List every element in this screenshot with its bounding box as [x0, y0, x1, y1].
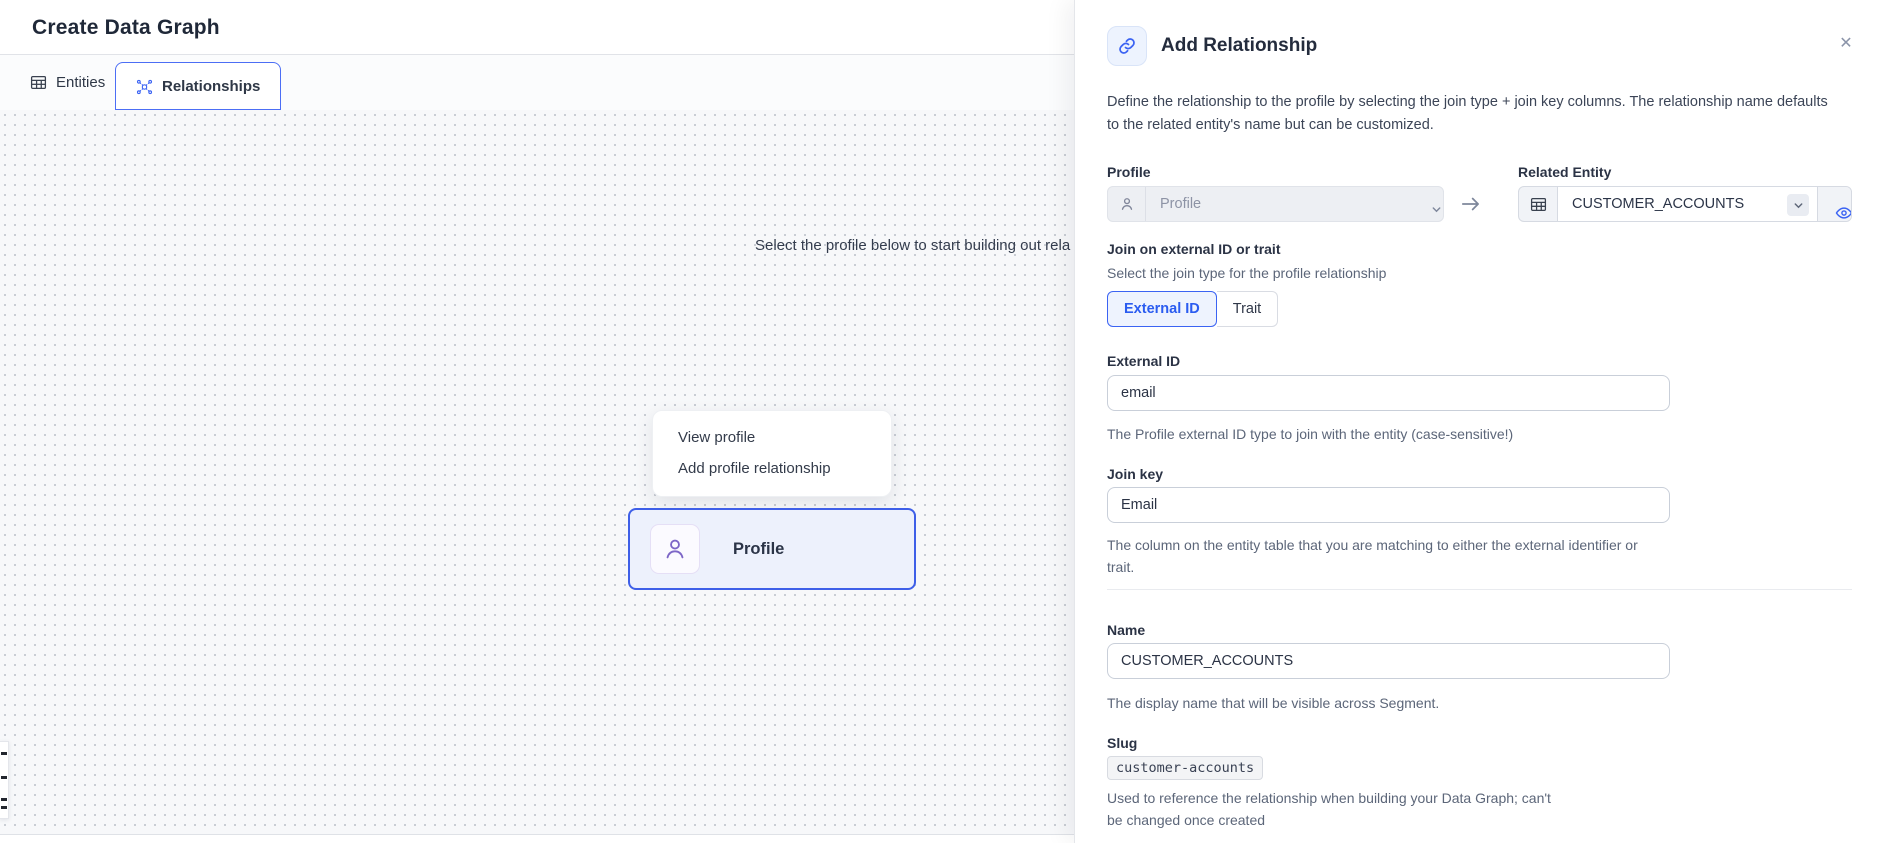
external-id-help: The Profile external ID type to join wit… [1107, 423, 1513, 445]
profile-select[interactable]: Profile [1107, 186, 1444, 222]
join-type-label: Join on external ID or trait [1107, 241, 1280, 257]
link-icon [1107, 26, 1147, 66]
slug-label: Slug [1107, 735, 1137, 751]
slug-value-chip: customer-accounts [1107, 756, 1263, 780]
name-help: The display name that will be visible ac… [1107, 692, 1439, 714]
chevron-down-icon [1787, 194, 1809, 216]
node-context-menu: View profile Add profile relationship [652, 410, 892, 497]
zoom-in-icon[interactable] [1, 752, 7, 755]
join-type-toggle: External ID Trait [1107, 291, 1278, 327]
person-icon [1108, 187, 1146, 221]
page-title: Create Data Graph [32, 0, 220, 55]
person-icon [650, 524, 700, 574]
canvas-zoom-controls[interactable] [0, 741, 9, 819]
join-type-option-trait[interactable]: Trait [1217, 291, 1278, 327]
canvas-hint-text: Select the profile below to start buildi… [755, 237, 1070, 254]
slug-help: Used to reference the relationship when … [1107, 787, 1567, 831]
network-icon [136, 78, 153, 95]
tab-entities-label: Entities [56, 74, 105, 91]
profile-node-label: Profile [733, 540, 784, 559]
profile-field-label: Profile [1107, 164, 1151, 180]
zoom-out-icon[interactable] [1, 776, 7, 779]
name-input[interactable] [1107, 643, 1670, 679]
table-icon [30, 74, 47, 91]
join-key-help: The column on the entity table that you … [1107, 534, 1667, 578]
related-entity-field-label: Related Entity [1518, 164, 1611, 180]
add-relationship-panel: Add Relationship ✕ Define the relationsh… [1074, 0, 1877, 843]
related-entity-select-value: CUSTOMER_ACCOUNTS [1572, 196, 1744, 212]
menu-item-view-profile[interactable]: View profile [653, 422, 891, 453]
name-label: Name [1107, 622, 1145, 638]
close-icon[interactable]: ✕ [1831, 28, 1861, 58]
join-key-label: Join key [1107, 466, 1163, 482]
profile-select-value: Profile [1160, 196, 1201, 212]
preview-entity-button[interactable] [1817, 187, 1851, 221]
profile-node[interactable]: Profile [628, 508, 916, 590]
related-entity-select[interactable]: CUSTOMER_ACCOUNTS [1518, 186, 1852, 222]
panel-title: Add Relationship [1161, 29, 1317, 63]
tab-entities[interactable]: Entities [10, 55, 125, 110]
join-key-input[interactable] [1107, 487, 1670, 523]
related-entity-value-area: CUSTOMER_ACCOUNTS [1557, 187, 1817, 221]
external-id-input[interactable] [1107, 375, 1670, 411]
panel-description: Define the relationship to the profile b… [1107, 91, 1840, 137]
section-divider [1107, 589, 1852, 590]
tab-relationships-label: Relationships [162, 78, 260, 95]
lock-icon[interactable] [1, 806, 7, 809]
tab-relationships[interactable]: Relationships [115, 62, 281, 110]
fit-view-icon[interactable] [1, 798, 7, 801]
join-type-help: Select the join type for the profile rel… [1107, 262, 1386, 284]
external-id-label: External ID [1107, 353, 1180, 369]
join-type-option-external-id[interactable]: External ID [1107, 291, 1217, 327]
table-icon [1519, 187, 1557, 221]
menu-item-add-profile-relationship[interactable]: Add profile relationship [653, 453, 891, 484]
